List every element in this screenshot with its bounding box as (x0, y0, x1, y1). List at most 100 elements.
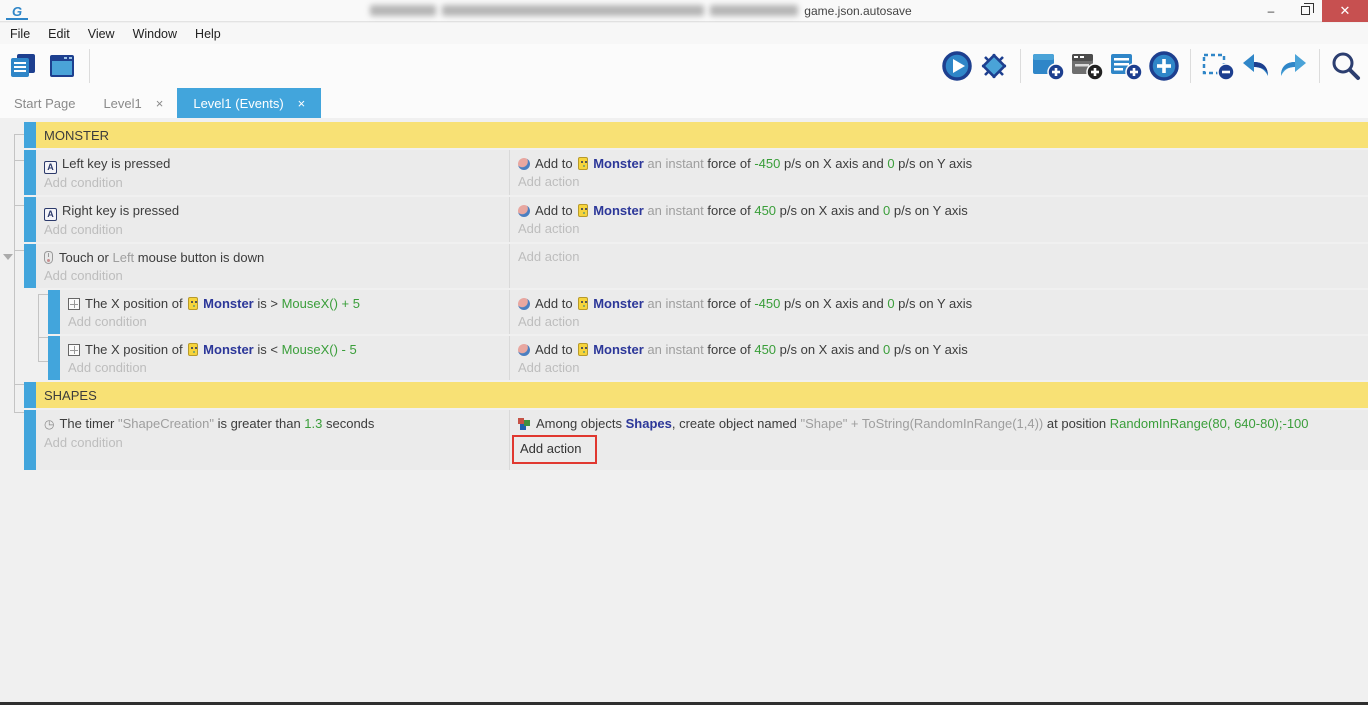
conditions-cell[interactable]: Right key is pressed Add condition (36, 197, 510, 242)
add-action-link[interactable]: Add action (518, 359, 1360, 377)
actions-cell[interactable]: Add action (510, 244, 1368, 288)
action-text: p/s on Y axis (890, 203, 968, 218)
condition-text: is (254, 296, 271, 311)
add-condition-link[interactable]: Add condition (68, 313, 501, 331)
add-action-link[interactable]: Add action (518, 313, 1360, 331)
object-name: Monster (593, 156, 644, 171)
event-select-bar[interactable] (48, 336, 60, 380)
event-select-bar[interactable] (24, 197, 36, 242)
add-condition-link[interactable]: Add condition (44, 267, 501, 285)
expression-value: MouseX() + 5 (282, 296, 360, 311)
tab-start-page[interactable]: Start Page (0, 88, 89, 118)
action-text: Among objects (536, 416, 626, 431)
add-condition-link[interactable]: Add condition (44, 434, 501, 452)
keyboard-icon (44, 161, 57, 174)
group-header-monster[interactable]: MONSTER (36, 122, 1368, 148)
tab-close-icon[interactable]: × (156, 96, 164, 111)
event-select-bar[interactable] (48, 290, 60, 334)
minimize-button[interactable]: – (1254, 0, 1288, 22)
main-toolbar (0, 44, 1368, 88)
group-header-shapes[interactable]: SHAPES (36, 382, 1368, 408)
add-action-link[interactable]: Add action (518, 248, 1360, 266)
event-group-row[interactable]: SHAPES (0, 382, 1368, 408)
add-other-icon[interactable] (1148, 50, 1180, 82)
add-subevent-icon[interactable] (1070, 50, 1104, 82)
search-icon[interactable] (1330, 50, 1362, 82)
menu-view[interactable]: View (86, 25, 125, 43)
redo-icon[interactable] (1277, 50, 1309, 82)
conditions-cell[interactable]: Left key is pressed Add condition (36, 150, 510, 195)
event-row[interactable]: ◷The timer "ShapeCreation" is greater th… (0, 410, 1368, 470)
tab-close-icon[interactable]: × (298, 96, 306, 111)
sub-event-row[interactable]: The X position of Monster is > MouseX() … (0, 290, 1368, 334)
force-icon (518, 344, 530, 356)
close-button[interactable]: ✕ (1322, 0, 1368, 22)
event-row[interactable]: Left key is pressed Add condition Add to… (0, 150, 1368, 195)
menu-edit[interactable]: Edit (46, 25, 80, 43)
sub-event-row[interactable]: The X position of Monster is < MouseX() … (0, 336, 1368, 380)
actions-cell[interactable]: Add to Monster an instant force of -450 … (510, 150, 1368, 195)
add-condition-link[interactable]: Add condition (68, 359, 501, 377)
tree-stub (38, 361, 48, 362)
add-action-link[interactable]: Add action (518, 173, 1360, 191)
expression-value: 0 (887, 296, 894, 311)
restore-button[interactable] (1288, 0, 1322, 22)
conditions-cell[interactable]: The X position of Monster is < MouseX() … (60, 336, 510, 380)
project-manager-icon[interactable] (8, 52, 38, 80)
event-select-bar[interactable] (24, 150, 36, 195)
event-select-bar[interactable] (24, 244, 36, 288)
add-event-icon[interactable] (1031, 50, 1065, 82)
scene-editor-icon[interactable] (46, 52, 76, 80)
monster-object-icon (578, 343, 588, 356)
collapse-arrow-icon[interactable] (3, 254, 13, 260)
event-row[interactable]: Touch or Left mouse button is down Add c… (0, 244, 1368, 288)
window-title: game.json.autosave (28, 4, 1254, 18)
condition-param: "ShapeCreation" (118, 416, 218, 431)
debugger-bug-icon[interactable] (978, 50, 1010, 82)
event-group-row[interactable]: MONSTER (0, 122, 1368, 148)
delete-event-icon[interactable] (1201, 50, 1235, 82)
tab-level1[interactable]: Level1 × (89, 88, 177, 118)
tree-stub (14, 205, 24, 206)
event-select-bar[interactable] (24, 410, 36, 470)
actions-cell[interactable]: Add to Monster an instant force of 450 p… (510, 336, 1368, 380)
monster-object-icon (188, 297, 198, 310)
event-select-bar[interactable] (24, 382, 36, 408)
action-text: force of (707, 342, 754, 357)
condition-param: Left (112, 250, 134, 265)
conditions-cell[interactable]: The X position of Monster is > MouseX() … (60, 290, 510, 334)
menu-file[interactable]: File (8, 25, 40, 43)
preview-play-icon[interactable] (941, 50, 973, 82)
event-select-bar[interactable] (24, 122, 36, 148)
add-action-link[interactable]: Add action (520, 441, 581, 456)
tree-stub (38, 294, 48, 295)
action-text: p/s on Y axis (890, 342, 968, 357)
actions-cell[interactable]: Add to Monster an instant force of -450 … (510, 290, 1368, 334)
event-row[interactable]: Right key is pressed Add condition Add t… (0, 197, 1368, 242)
undo-icon[interactable] (1240, 50, 1272, 82)
menu-bar: File Edit View Window Help (0, 23, 1368, 44)
events-sheet: MONSTER Left key is pressed Add conditio… (0, 118, 1368, 702)
actions-cell[interactable]: Add to Monster an instant force of 450 p… (510, 197, 1368, 242)
add-condition-link[interactable]: Add condition (44, 174, 501, 192)
actions-cell[interactable]: Among objects Shapes, create object name… (510, 410, 1368, 470)
conditions-cell[interactable]: ◷The timer "ShapeCreation" is greater th… (36, 410, 510, 470)
add-comment-icon[interactable] (1109, 50, 1143, 82)
action-text: p/s on Y axis (895, 296, 973, 311)
conditions-cell[interactable]: Touch or Left mouse button is down Add c… (36, 244, 510, 288)
menu-window[interactable]: Window (131, 25, 187, 43)
add-condition-link[interactable]: Add condition (44, 221, 501, 239)
menu-help[interactable]: Help (193, 25, 231, 43)
expression-value: 0 (887, 156, 894, 171)
action-text: Add to (535, 203, 576, 218)
action-text: p/s on Y axis (895, 156, 973, 171)
add-action-link[interactable]: Add action (518, 220, 1360, 238)
object-name: Shapes (626, 416, 672, 431)
tab-level1-events[interactable]: Level1 (Events) × (177, 88, 321, 118)
action-text: Add to (535, 296, 576, 311)
force-icon (518, 205, 530, 217)
annotation-highlight-box: Add action (512, 435, 597, 464)
position-icon (68, 344, 80, 356)
expression-value: RandomInRange(80, 640-80);-100 (1110, 416, 1309, 431)
action-text: p/s on X axis and (780, 156, 887, 171)
